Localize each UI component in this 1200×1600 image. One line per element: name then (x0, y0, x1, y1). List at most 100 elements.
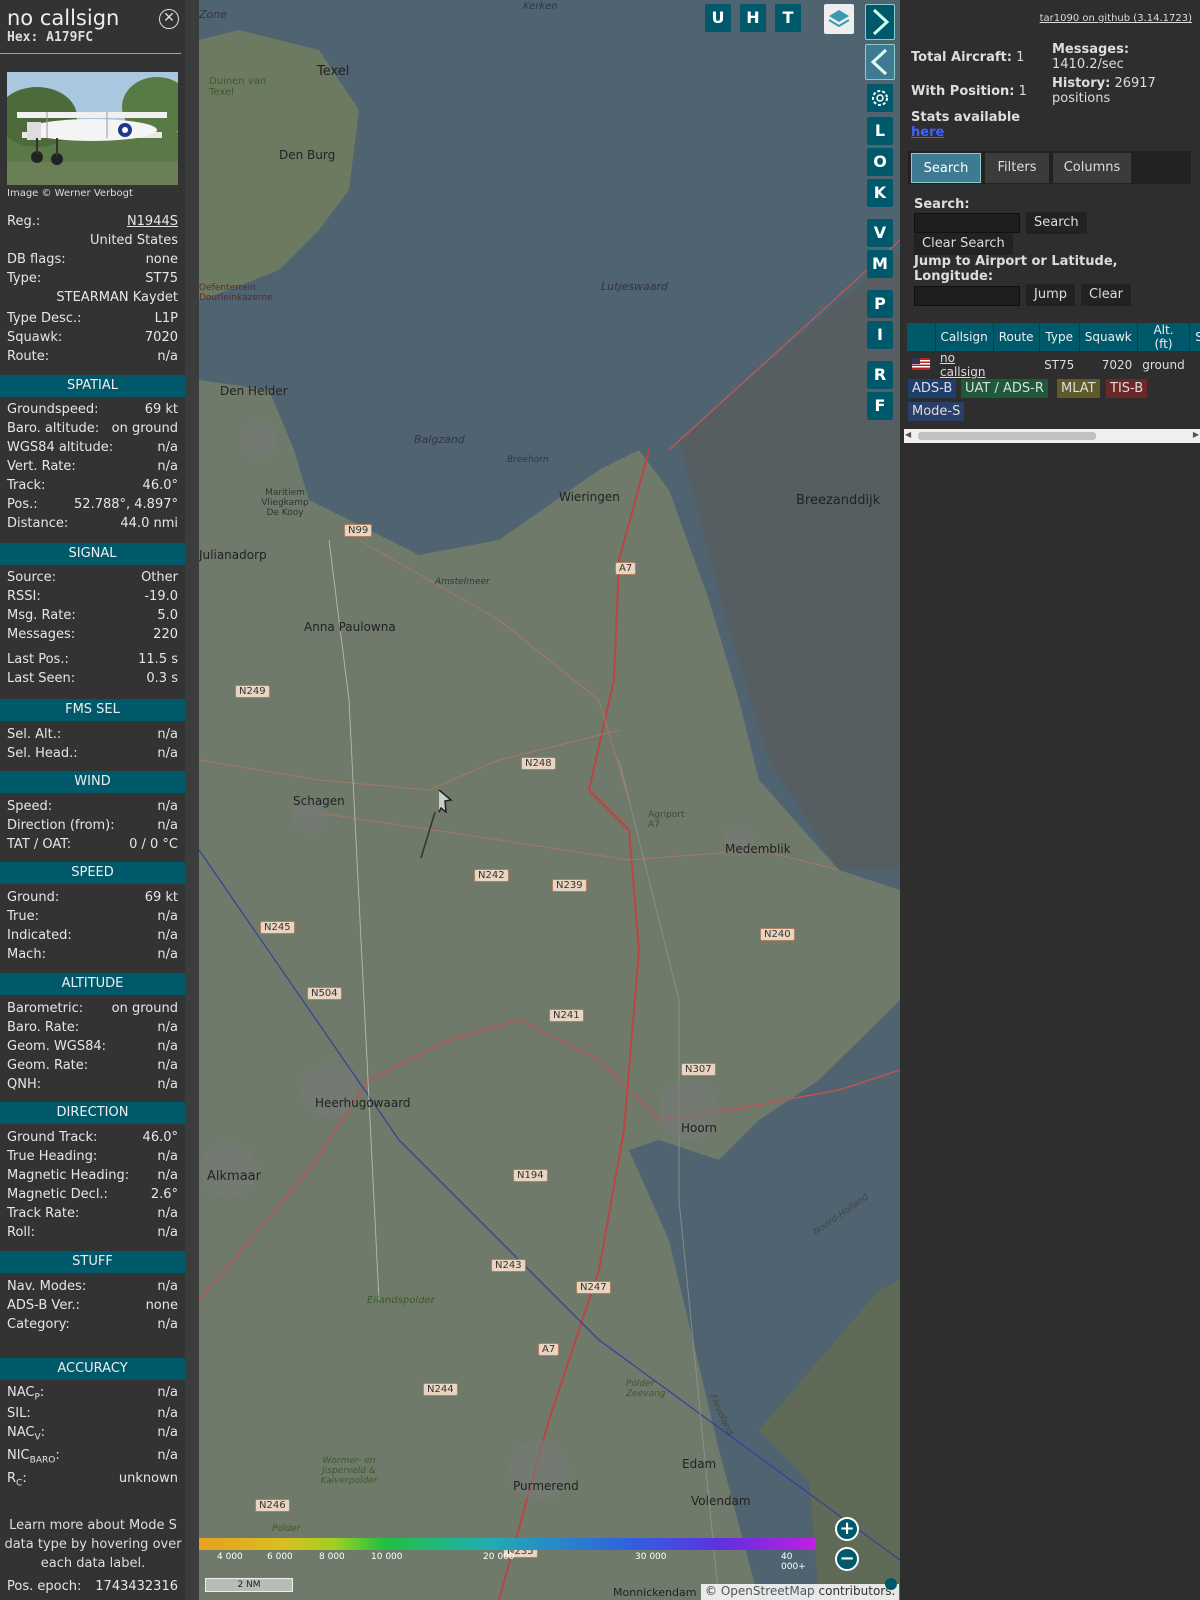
road-label: N246 (255, 1499, 290, 1512)
detail-value: n/a (157, 818, 178, 833)
section-header-accuracy: ACCURACY (0, 1358, 185, 1380)
zoom-in-icon[interactable]: + (835, 1517, 859, 1541)
detail-row: True: n/a (7, 909, 178, 927)
search-button[interactable]: Search (1026, 212, 1087, 234)
toggle-t-button[interactable]: T (775, 4, 801, 32)
map-label: Edam (682, 1457, 717, 1471)
detail-label: Type Desc.: (7, 311, 82, 326)
altitude-scale-label: 4 000 (217, 1552, 243, 1562)
tab-filters[interactable]: Filters (985, 153, 1049, 183)
detail-row: Groundspeed: 69 kt (7, 402, 178, 420)
map-label: Wieringen (559, 490, 620, 504)
map-label: Breehorn (507, 455, 549, 465)
collapse-left-icon[interactable] (865, 44, 895, 80)
messages-label: Messages: (1052, 42, 1130, 57)
row-callsign[interactable]: no callsign (935, 351, 993, 379)
toggle-r-button[interactable]: R (867, 361, 893, 389)
clear-search-button[interactable]: Clear Search (914, 233, 1013, 255)
aircraft-list-panel: tar1090 on github (3.14.1723) Total Airc… (900, 0, 1200, 1600)
detail-row: Mach: n/a (7, 947, 178, 965)
toggle-o-button[interactable]: O (867, 148, 893, 176)
map-attribution: © OpenStreetMap contributors. (701, 1584, 900, 1600)
detail-row: Squawk: 7020 (7, 330, 178, 348)
road-label: N307 (681, 1063, 716, 1076)
toggle-h-button[interactable]: H (740, 4, 766, 32)
detail-row: Magnetic Decl.: 2.6° (7, 1187, 178, 1205)
layers-icon[interactable] (824, 4, 854, 34)
detail-row: Nav. Modes: n/a (7, 1279, 178, 1297)
search-input[interactable] (914, 213, 1020, 233)
toggle-k-button[interactable]: K (867, 179, 893, 207)
detail-row: Magnetic Heading: n/a (7, 1168, 178, 1186)
col-header-speed[interactable]: S (1189, 323, 1200, 351)
tab-search[interactable]: Search (911, 153, 981, 183)
detail-label: Baro. altitude: (7, 421, 100, 436)
col-header-flag[interactable] (907, 323, 936, 351)
detail-label: Groundspeed: (7, 402, 99, 417)
map-label: Duinen van Texel (209, 76, 267, 98)
toggle-p-button[interactable]: P (867, 290, 893, 318)
hex-label: Hex: (7, 30, 39, 45)
map-label: Volendam (691, 1494, 751, 1508)
col-header-type[interactable]: Type (1039, 323, 1080, 351)
detail-value: 11.5 s (138, 652, 178, 667)
detail-row: Type: ST75 (7, 271, 178, 289)
detail-row: Sel. Head.: n/a (7, 746, 178, 764)
detail-label: True Heading: (7, 1149, 98, 1164)
altitude-scale-label: 40 000+ (781, 1552, 806, 1572)
detail-value: n/a (157, 440, 178, 455)
osm-link[interactable]: OpenStreetMap (721, 1584, 815, 1598)
github-link[interactable]: tar1090 on github (3.14.1723) (1040, 13, 1192, 24)
rotate-icon[interactable] (885, 1578, 897, 1590)
stats-link[interactable]: here (911, 125, 944, 140)
detail-label: Messages: (7, 627, 76, 642)
scroll-right-icon[interactable]: ▶ (1193, 430, 1199, 439)
toggle-u-button[interactable]: U (705, 4, 731, 32)
settings-gear-icon[interactable] (867, 84, 893, 112)
detail-value: 46.0° (142, 1130, 178, 1145)
detail-label: QNH: (7, 1077, 42, 1092)
clear-button[interactable]: Clear (1081, 284, 1131, 306)
table-row[interactable]: no callsign ST75 7020 ground (907, 351, 1200, 379)
us-flag-icon (907, 351, 935, 379)
zoom-out-icon[interactable]: − (835, 1547, 859, 1571)
detail-value: 52.788°, 4.897° (74, 497, 178, 512)
jump-input[interactable] (914, 286, 1020, 306)
detail-value: n/a (157, 1149, 178, 1164)
scroll-left-icon[interactable]: ◀ (905, 430, 911, 439)
table-horizontal-scrollbar[interactable]: ◀ ▶ (904, 429, 1200, 443)
col-header-altitude[interactable]: Alt. (ft) (1137, 323, 1191, 351)
detail-label: Direction (from): (7, 818, 115, 833)
detail-value: 0 / 0 °C (129, 837, 178, 852)
section-header-signal: SIGNAL (0, 543, 185, 565)
close-icon[interactable]: ✕ (159, 9, 179, 29)
toggle-f-button[interactable]: F (867, 392, 893, 420)
col-header-squawk[interactable]: Squawk (1079, 323, 1138, 351)
section-header-altitude: ALTITUDE (0, 973, 185, 995)
map-label: Den Burg (279, 148, 336, 162)
toggle-v-button[interactable]: V (867, 219, 893, 247)
detail-value: n/a (157, 1020, 178, 1035)
detail-value[interactable]: N1944S (127, 214, 178, 229)
detail-row: Speed: n/a (7, 799, 178, 817)
aircraft-photo[interactable] (7, 72, 178, 185)
road-label: N99 (344, 524, 373, 537)
detail-value: n/a (157, 1406, 178, 1421)
map-label: Agriport A7 (648, 810, 685, 830)
detail-value: n/a (157, 1279, 178, 1294)
toggle-l-button[interactable]: L (867, 117, 893, 145)
detail-label: NICBARO: (7, 1448, 60, 1466)
section-header-stuff: STUFF (0, 1251, 185, 1273)
jump-button[interactable]: Jump (1026, 284, 1075, 306)
toggle-i-button[interactable]: I (867, 321, 893, 349)
detail-value: 69 kt (144, 402, 178, 417)
detail-value: n/a (157, 1077, 178, 1092)
toggle-m-button[interactable]: M (867, 250, 893, 278)
detail-row: DB flags: none (7, 252, 178, 270)
col-header-route[interactable]: Route (993, 323, 1040, 351)
col-header-callsign[interactable]: Callsign (935, 323, 994, 351)
map[interactable]: Texel Den Burg Duinen van Texel Den Held… (199, 0, 900, 1600)
road-label: A7 (538, 1343, 560, 1356)
scrollbar-thumb[interactable] (918, 432, 1096, 440)
tab-columns[interactable]: Columns (1053, 153, 1131, 183)
